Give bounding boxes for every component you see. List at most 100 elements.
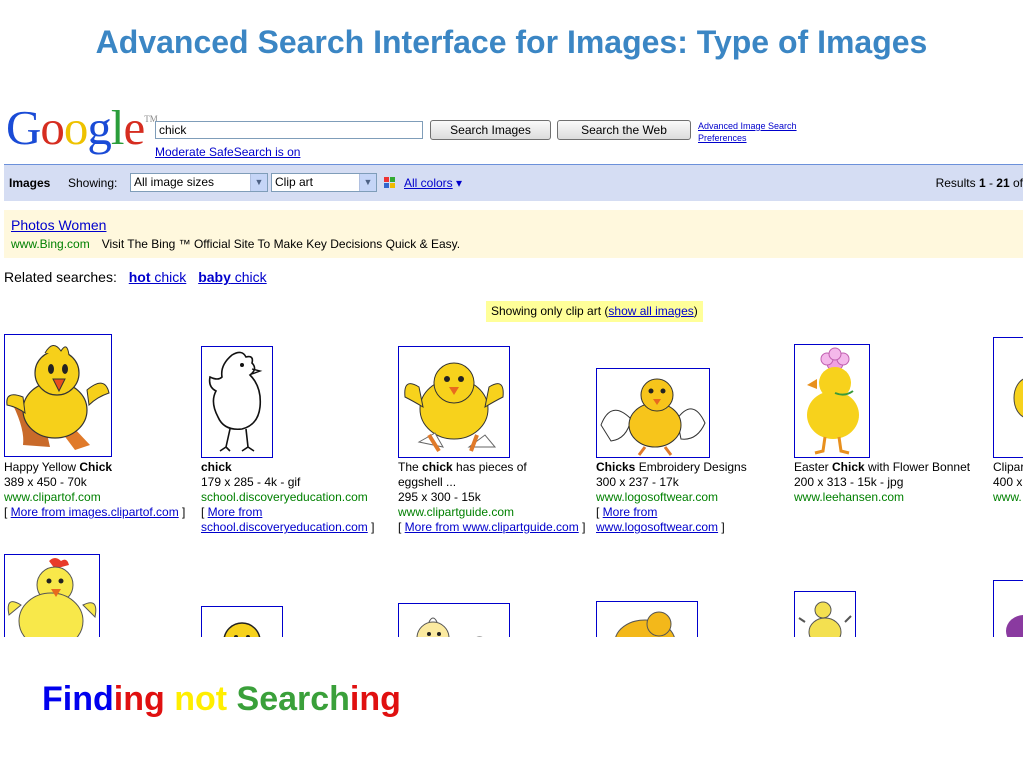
title-text: Easter (794, 460, 833, 474)
title-bold: Chick (79, 460, 113, 474)
search-input[interactable] (155, 121, 423, 139)
results-prefix: Results (935, 176, 979, 190)
result-dimensions: 300 x 237 - 17k (596, 475, 679, 489)
result-title[interactable]: Chicks Embroidery Designs (596, 460, 790, 475)
clipart-partial-image (1013, 378, 1023, 418)
more-from-link-domain[interactable]: www.logosoftwear.com (596, 520, 718, 534)
result-thumbnail-easter-chick[interactable] (794, 344, 870, 458)
bracket: ] (367, 520, 375, 534)
tagline-part: ing (349, 680, 401, 718)
title-text: Embroidery Designs (635, 460, 747, 474)
result-caption: Happy Yellow Chick 389 x 450 - 70k www.cli… (4, 460, 198, 520)
chick-clipart-image (6, 345, 110, 450)
search-web-button[interactable]: Search the Web (557, 120, 691, 140)
bracket: ] (178, 505, 186, 519)
advanced-image-search-link[interactable]: Advanced Image Search (698, 120, 797, 132)
result-url: www.leehansen.com (794, 490, 905, 504)
search-images-button[interactable]: Search Images (430, 120, 551, 140)
more-from-link[interactable]: More from (603, 505, 658, 519)
related-link-hot-chick[interactable]: hot chick (129, 269, 187, 285)
result-thumbnail-row2-4[interactable] (596, 601, 698, 637)
chick-clipart-image (615, 611, 675, 637)
title-bold: Chick (832, 460, 865, 474)
results-to: 21 (996, 176, 1010, 190)
related-bold: baby (198, 269, 231, 285)
more-from-link[interactable]: More from www.clipartguide.com (405, 520, 579, 534)
more-from-link[interactable]: More from images.clipartof.com (11, 505, 179, 519)
result-caption: Chicks Embroidery Designs 300 x 237 - 17k… (596, 460, 790, 535)
results-dash: - (985, 176, 997, 190)
google-logo[interactable]: GoogleTM (6, 103, 158, 152)
clipart-partial-image (1006, 615, 1023, 637)
logo-letter: o (40, 100, 64, 155)
title-bold: Chicks (596, 460, 636, 474)
logo-letter: G (6, 100, 41, 155)
result-caption: Easter Chick with Flower Bonnet 200 x 313… (794, 460, 988, 505)
result-dimensions: 389 x 450 - 70k (4, 475, 87, 489)
more-from-row: [ More from (201, 505, 395, 520)
bracket: [ (596, 505, 603, 519)
easter-chick-image (807, 347, 859, 455)
result-title[interactable]: Easter Chick with Flower Bonnet (794, 460, 988, 475)
image-type-value: Clip art (275, 175, 314, 189)
title-text: Clipar (993, 460, 1023, 474)
results-from: 1 (978, 176, 986, 190)
bracket: [ (201, 505, 208, 519)
result-title[interactable]: chick (201, 460, 395, 475)
ad-title-link[interactable]: Photos Women (11, 217, 106, 233)
more-from-row2: school.discoveryeducation.com ] (201, 520, 395, 535)
title-text: with Flower Bonnet (864, 460, 971, 474)
result-title[interactable]: Clipar (993, 460, 1023, 475)
all-colors-dropdown[interactable]: All colors ▾ (404, 176, 462, 190)
showing-label: Showing: (68, 176, 118, 190)
result-title[interactable]: Happy Yellow Chick (4, 460, 198, 475)
safesearch-link[interactable]: Moderate SafeSearch is on (155, 145, 300, 159)
logo-letter: g (87, 100, 111, 155)
show-all-images-link[interactable]: show all images (608, 304, 693, 318)
logo-letter: o (63, 100, 88, 155)
related-link-baby-chick[interactable]: baby chick (198, 269, 266, 285)
ad-text: Visit The Bing ™ Official Site To Make K… (101, 237, 461, 251)
image-type-select[interactable]: Clip art ▼ (271, 173, 377, 192)
result-title[interactable]: The chick has pieces of (398, 460, 592, 475)
tagline-part: Find (42, 680, 114, 718)
logo-letter: e (123, 100, 146, 155)
related-label: Related searches: (4, 269, 117, 285)
preferences-link[interactable]: Preferences (698, 132, 797, 144)
more-from-row: [ More from images.clipartof.com ] (4, 505, 198, 520)
result-thumbnail-row2-2[interactable] (201, 606, 283, 637)
more-from-link[interactable]: More from (208, 505, 263, 519)
chick-clipart-image (223, 622, 261, 637)
related-bold: hot (128, 269, 151, 285)
result-thumbnail-row2-1[interactable] (4, 554, 100, 637)
more-from-link-domain[interactable]: school.discoveryeducation.com (201, 520, 368, 534)
result-thumbnail-row2-5[interactable] (794, 591, 856, 637)
title-line2-text: eggshell ... (398, 475, 457, 489)
result-thumbnail-row2-3[interactable] (398, 603, 510, 637)
result-caption: The chick has pieces of eggshell ... 295 x… (398, 460, 592, 535)
sponsored-ad: Photos Women www.Bing.com Visit The Bing … (4, 210, 1023, 258)
google-images-screenshot: GoogleTM Search Images Search the Web Mo… (0, 97, 1023, 637)
result-thumbnail-chick-eggshell[interactable] (398, 346, 510, 458)
result-thumbnail-chick-outline[interactable] (201, 346, 273, 458)
ad-url: www.Bing.com (11, 237, 90, 251)
chick-clipart-image (416, 617, 483, 637)
title-text: Happy Yellow (4, 460, 80, 474)
result-thumbnail-row2-6[interactable] (993, 580, 1023, 637)
chick-eggshell-image (404, 362, 504, 453)
chick-clipart-image (798, 601, 852, 637)
result-caption: chick 179 x 285 - 4k - gif school.discover… (201, 460, 395, 535)
bracket: [ (4, 505, 11, 519)
bracket: [ (398, 520, 405, 534)
result-thumbnail-clipart-partial[interactable] (993, 337, 1023, 458)
tagline-part: ing (113, 680, 175, 718)
results-toolbar: Images Showing: All image sizes ▼ Clip a… (4, 164, 1023, 201)
chick-outline-image (208, 351, 263, 452)
results-suffix: of (1009, 176, 1023, 190)
chevron-down-icon: ▼ (359, 174, 376, 191)
result-url: www.logosoftwear.com (596, 490, 719, 504)
image-size-select[interactable]: All image sizes ▼ (130, 173, 268, 192)
title-bold: chick (201, 460, 232, 474)
result-thumbnail-happy-chick[interactable] (4, 334, 112, 457)
result-thumbnail-chicks-embroidery[interactable] (596, 368, 710, 458)
